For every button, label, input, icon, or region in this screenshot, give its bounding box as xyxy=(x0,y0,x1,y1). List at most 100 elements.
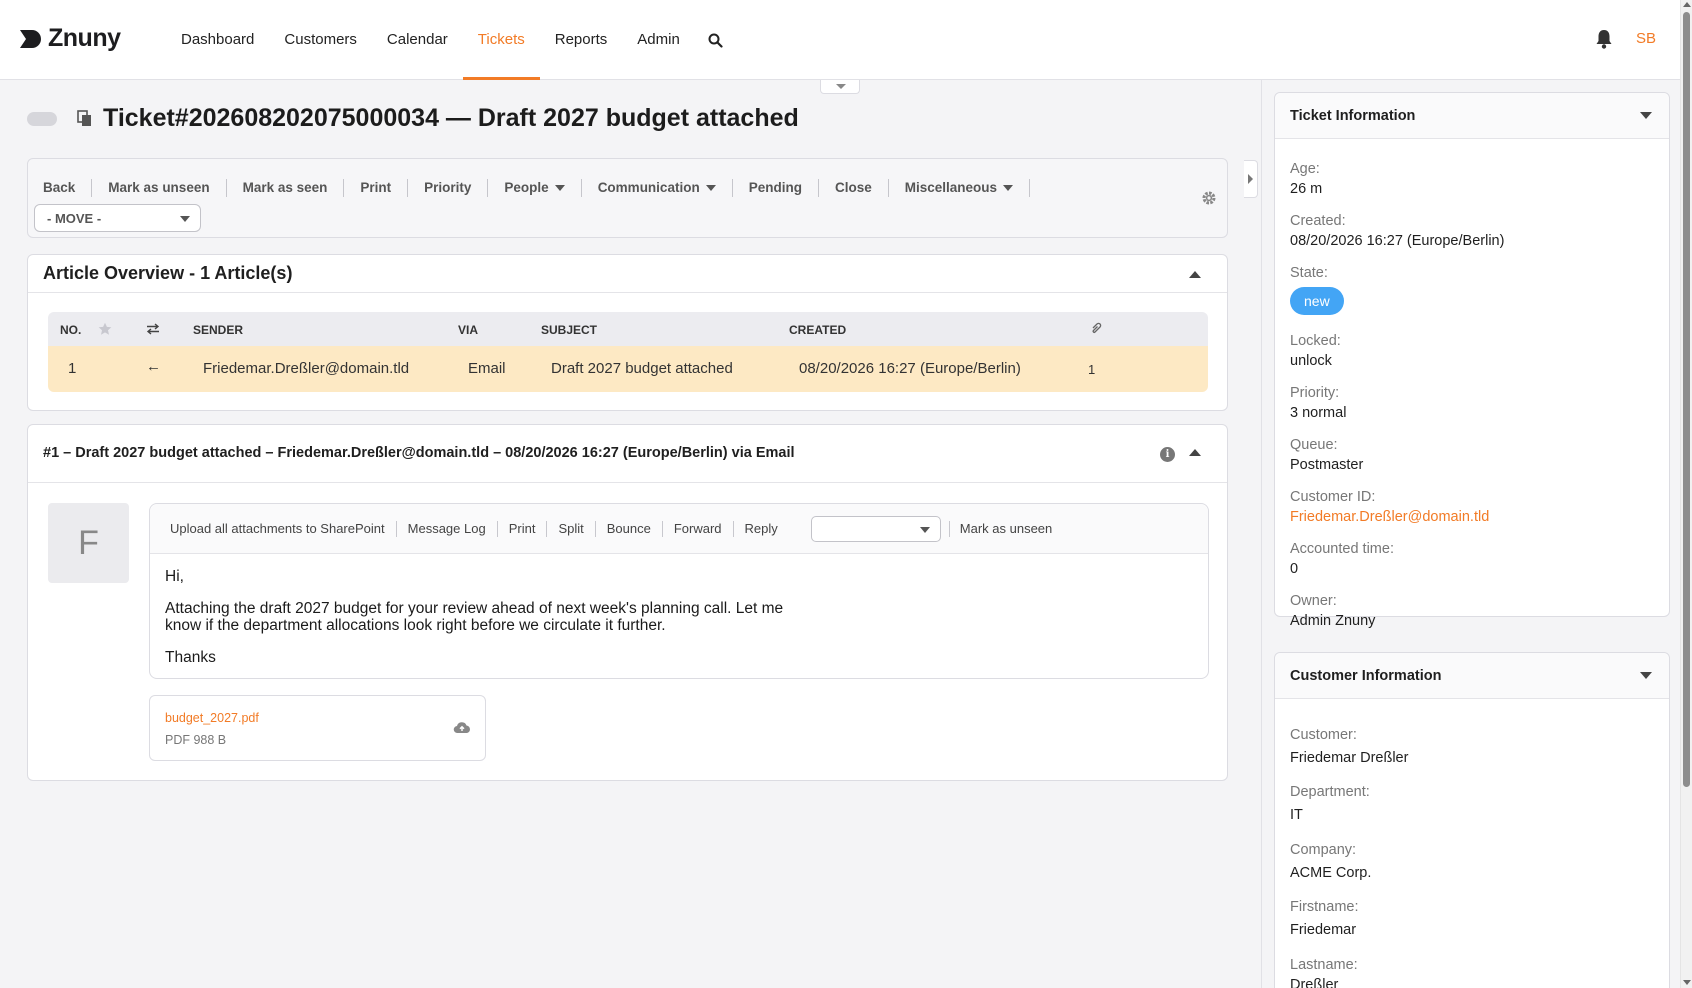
chevron-down-icon[interactable] xyxy=(1640,112,1652,119)
table-row[interactable]: 1 ← Friedemar.Dreßler@domain.tld Email D… xyxy=(48,346,1208,392)
star-icon[interactable] xyxy=(98,322,112,336)
article-mark-as-unseen-button[interactable]: Mark as unseen xyxy=(948,520,1063,537)
cloud-upload-icon[interactable] xyxy=(453,720,471,736)
main-nav: Dashboard Customers Calendar Tickets Rep… xyxy=(166,0,727,80)
reply-template-select[interactable] xyxy=(810,515,941,542)
field-created: Created: 08/20/2026 16:27 (Europe/Berlin… xyxy=(1290,213,1505,249)
message-line-1: Attaching the draft 2027 budget for your… xyxy=(165,600,784,617)
nav-reports[interactable]: Reports xyxy=(540,0,623,80)
bounce-button[interactable]: Bounce xyxy=(596,520,663,537)
copy-icon[interactable] xyxy=(77,109,93,128)
bell-icon[interactable] xyxy=(1594,28,1614,50)
nav-admin[interactable]: Admin xyxy=(622,0,695,80)
split-button[interactable]: Split xyxy=(547,520,596,537)
field-customer-id: Customer ID: Friedemar.Dreßler@domain.tl… xyxy=(1290,489,1490,525)
collapse-up-icon[interactable] xyxy=(1189,271,1201,278)
article-overview-header: Article Overview - 1 Article(s) xyxy=(28,255,1227,293)
field-queue: Queue: Postmaster xyxy=(1290,437,1364,473)
article-overview-title: Article Overview - 1 Article(s) xyxy=(43,263,293,283)
nav-tickets[interactable]: Tickets xyxy=(462,0,540,80)
user-avatar-initials[interactable]: SB xyxy=(1636,30,1656,47)
header-collapse-toggle[interactable] xyxy=(820,80,860,94)
customer-information-header[interactable]: Customer Information xyxy=(1275,653,1669,699)
chevron-down-icon xyxy=(919,526,930,533)
scroll-thumb[interactable] xyxy=(1683,12,1690,787)
nav-dashboard[interactable]: Dashboard xyxy=(166,0,269,80)
info-icon[interactable]: i xyxy=(1160,447,1175,462)
message-box: Upload all attachments to SharePoint Mes… xyxy=(149,503,1209,679)
ticket-status-pill[interactable] xyxy=(27,111,57,126)
row-created: 08/20/2026 16:27 (Europe/Berlin) xyxy=(799,360,1021,377)
column-header-created[interactable]: CREATED xyxy=(789,323,846,337)
message-greeting: Hi, xyxy=(165,568,184,585)
ticket-information-title: Ticket Information xyxy=(1290,108,1416,124)
ticket-action-bar: Back Mark as unseen Mark as seen Print P… xyxy=(27,158,1228,238)
mark-as-unseen-button[interactable]: Mark as unseen xyxy=(92,179,227,197)
communication-menu-button[interactable]: Communication xyxy=(582,179,733,197)
article-table: NO. SENDER VIA SUBJECT CREATED 1 ← Fried… xyxy=(48,312,1208,392)
attachment-link[interactable]: budget_2027.pdf xyxy=(165,711,259,725)
miscellaneous-menu-button[interactable]: Miscellaneous xyxy=(889,179,1031,197)
column-header-no[interactable]: NO. xyxy=(60,323,81,337)
reply-button[interactable]: Reply xyxy=(734,521,789,537)
mark-as-seen-button[interactable]: Mark as seen xyxy=(227,179,345,197)
nav-customers[interactable]: Customers xyxy=(269,0,372,80)
article-print-button[interactable]: Print xyxy=(498,520,548,537)
paperclip-icon xyxy=(1092,322,1102,333)
message-toolbar: Upload all attachments to SharePoint Mes… xyxy=(150,504,1208,554)
customer-id-link[interactable]: Friedemar.Dreßler@domain.tld xyxy=(1290,509,1489,525)
print-button[interactable]: Print xyxy=(344,179,409,197)
sender-avatar: F xyxy=(48,503,129,583)
article-header: #1 – Draft 2027 budget attached – Friede… xyxy=(28,425,1227,483)
pending-button[interactable]: Pending xyxy=(733,179,819,197)
ticket-information-header[interactable]: Ticket Information xyxy=(1275,93,1669,139)
sidebar-toggle[interactable] xyxy=(1244,160,1258,198)
nav-calendar[interactable]: Calendar xyxy=(372,0,463,80)
column-header-sender[interactable]: SENDER xyxy=(193,323,243,337)
row-attachment-count: 1 xyxy=(1088,362,1096,377)
message-closing: Thanks xyxy=(165,649,216,666)
chevron-down-icon[interactable] xyxy=(1640,672,1652,679)
page-scrollbar[interactable] xyxy=(1680,0,1692,988)
page-title: Ticket#202608202075000034 — Draft 2027 b… xyxy=(103,104,799,132)
customer-information-widget: Customer Information Customer: Friedemar… xyxy=(1274,652,1670,988)
row-subject: Draft 2027 budget attached xyxy=(551,360,733,377)
field-customer: Customer: Friedemar Dreßler xyxy=(1290,727,1409,766)
message-log-button[interactable]: Message Log xyxy=(397,520,498,537)
move-select-value: - MOVE - xyxy=(47,211,102,226)
article-table-header: NO. SENDER VIA SUBJECT CREATED xyxy=(48,312,1208,346)
priority-button[interactable]: Priority xyxy=(408,179,489,197)
gear-icon[interactable] xyxy=(1201,190,1217,206)
ticket-sidebar: Ticket Information Age: 26 m Created: 08… xyxy=(1261,80,1680,988)
search-icon[interactable] xyxy=(705,0,727,80)
attachment-meta: PDF 988 B xyxy=(165,733,227,747)
chevron-down-icon xyxy=(180,216,190,222)
status-badge: new xyxy=(1290,287,1344,315)
column-header-via[interactable]: VIA xyxy=(458,323,478,337)
message-body: Hi, Attaching the draft 2027 budget for … xyxy=(150,554,1208,695)
attachment-card: budget_2027.pdf PDF 988 B xyxy=(149,695,486,761)
top-navigation-bar: Znuny Dashboard Customers Calendar Ticke… xyxy=(0,0,1680,80)
chevron-down-icon xyxy=(1003,185,1014,191)
article-overview-panel: Article Overview - 1 Article(s) NO. SEND… xyxy=(27,254,1228,411)
move-queue-select[interactable]: - MOVE - xyxy=(34,204,201,232)
column-header-subject[interactable]: SUBJECT xyxy=(541,323,597,337)
customer-information-title: Customer Information xyxy=(1290,668,1442,684)
incoming-arrow-icon: ← xyxy=(146,358,161,375)
scroll-down-arrow-icon[interactable] xyxy=(1683,980,1691,985)
row-sender: Friedemar.Dreßler@domain.tld xyxy=(203,360,410,377)
forward-button[interactable]: Forward xyxy=(663,520,734,537)
direction-arrows-icon[interactable] xyxy=(146,323,160,335)
upload-to-sharepoint-button[interactable]: Upload all attachments to SharePoint xyxy=(159,520,397,537)
collapse-up-icon[interactable] xyxy=(1189,449,1201,456)
field-company: Company: ACME Corp. xyxy=(1290,842,1372,881)
row-number: 1 xyxy=(68,360,77,377)
ticket-information-widget: Ticket Information Age: 26 m Created: 08… xyxy=(1274,92,1670,629)
article-header-text: #1 – Draft 2027 budget attached – Friede… xyxy=(43,445,795,461)
znuny-logo[interactable]: Znuny xyxy=(18,24,121,53)
close-button[interactable]: Close xyxy=(819,179,889,197)
back-button[interactable]: Back xyxy=(28,179,93,197)
people-menu-button[interactable]: People xyxy=(488,179,582,197)
znuny-logo-icon xyxy=(20,29,41,48)
scroll-up-arrow-icon[interactable] xyxy=(1683,2,1691,7)
